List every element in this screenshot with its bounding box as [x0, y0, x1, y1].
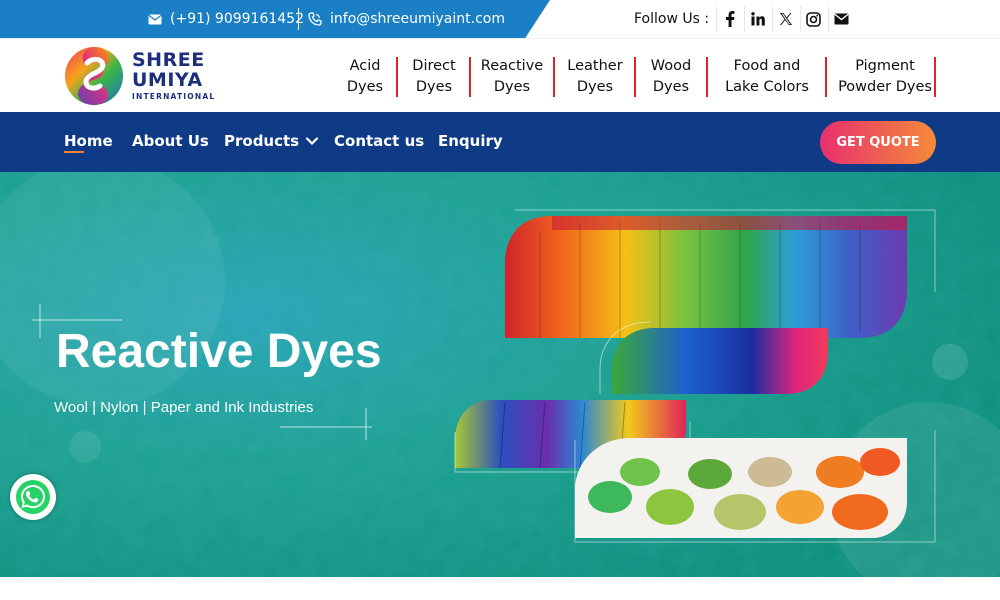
category-label-2: Lake Colors [725, 79, 809, 95]
nav-contact[interactable]: Contact us [334, 132, 424, 150]
category-label-1: Leather [567, 58, 623, 74]
nav-enquiry[interactable]: Enquiry [438, 132, 503, 150]
logo-line3: INTERNATIONAL [132, 92, 216, 101]
category-label-1: Direct [412, 58, 456, 74]
top-bar: (+91) 9099161452 info@shreeumiyaint.com … [0, 0, 1000, 38]
mail-icon [148, 13, 162, 24]
divider [298, 8, 299, 30]
facebook-icon[interactable] [716, 6, 742, 32]
chevron-down-icon [306, 137, 319, 146]
category-label-2: Dyes [493, 79, 531, 95]
header: SHREE UMIYA INTERNATIONAL Acid Dyes Dire… [0, 38, 1000, 112]
follow-label: Follow Us : [634, 11, 710, 27]
category-label-2: Dyes [576, 79, 614, 95]
instagram-icon[interactable] [800, 6, 826, 32]
category-label-2: Dyes [346, 79, 384, 95]
mail-icon[interactable] [828, 6, 854, 32]
nav-products[interactable]: Products [224, 132, 319, 150]
category-divider [396, 57, 398, 97]
category-divider [469, 57, 471, 97]
email-text: info@shreeumiyaint.com [330, 11, 505, 27]
phone-link[interactable]: (+91) 9099161452 [148, 0, 304, 38]
whatsapp-icon [16, 480, 50, 514]
category-divider [706, 57, 708, 97]
category-label-1: Food and [733, 58, 801, 74]
hero-banner: Reactive Dyes Wool | Nylon | Paper and I… [0, 172, 1000, 577]
logo-line2: UMIYA [132, 69, 203, 91]
category-label-1: Wood [650, 58, 692, 74]
logo-text: SHREE UMIYA INTERNATIONAL [132, 50, 215, 101]
logo-mark-icon [65, 47, 123, 105]
nav-about[interactable]: About Us [132, 132, 209, 150]
category-wood-dyes[interactable]: Wood Dyes [646, 56, 696, 96]
category-label-2: Powder Dyes [838, 79, 932, 95]
category-label-2: Dyes [652, 79, 690, 95]
get-quote-button[interactable]: GET QUOTE [820, 121, 936, 164]
x-icon[interactable] [772, 6, 798, 32]
category-label-1: Pigment [855, 58, 915, 74]
hero-title: Reactive Dyes [56, 325, 382, 378]
phone-text: (+91) 9099161452 [170, 11, 304, 27]
category-label-1: Reactive [480, 58, 544, 74]
category-reactive-dyes[interactable]: Reactive Dyes [480, 56, 544, 96]
category-divider [634, 57, 636, 97]
category-pigment-powder-dyes[interactable]: Pigment Powder Dyes [836, 56, 934, 96]
nav-products-label: Products [224, 132, 300, 150]
category-leather-dyes[interactable]: Leather Dyes [564, 56, 626, 96]
category-divider [825, 57, 827, 97]
category-food-lake-colors[interactable]: Food and Lake Colors [720, 56, 814, 96]
page-bottom [0, 577, 1000, 600]
email-link[interactable]: info@shreeumiyaint.com [308, 0, 505, 38]
category-divider [934, 57, 936, 97]
hero-subtitle: Wool | Nylon | Paper and Ink Industries [54, 399, 314, 416]
logo-line1: SHREE [132, 49, 205, 71]
category-acid-dyes[interactable]: Acid Dyes [344, 56, 386, 96]
logo[interactable]: SHREE UMIYA INTERNATIONAL [64, 44, 214, 108]
category-divider [553, 57, 555, 97]
category-label-2: Dyes [415, 79, 453, 95]
whatsapp-button[interactable] [10, 474, 56, 520]
nav-home[interactable]: Home [64, 132, 113, 150]
nav-active-underline [64, 151, 84, 153]
category-direct-dyes[interactable]: Direct Dyes [410, 56, 458, 96]
linkedin-icon[interactable] [744, 6, 770, 32]
phone-icon [308, 12, 322, 26]
category-label-1: Acid [349, 58, 381, 74]
